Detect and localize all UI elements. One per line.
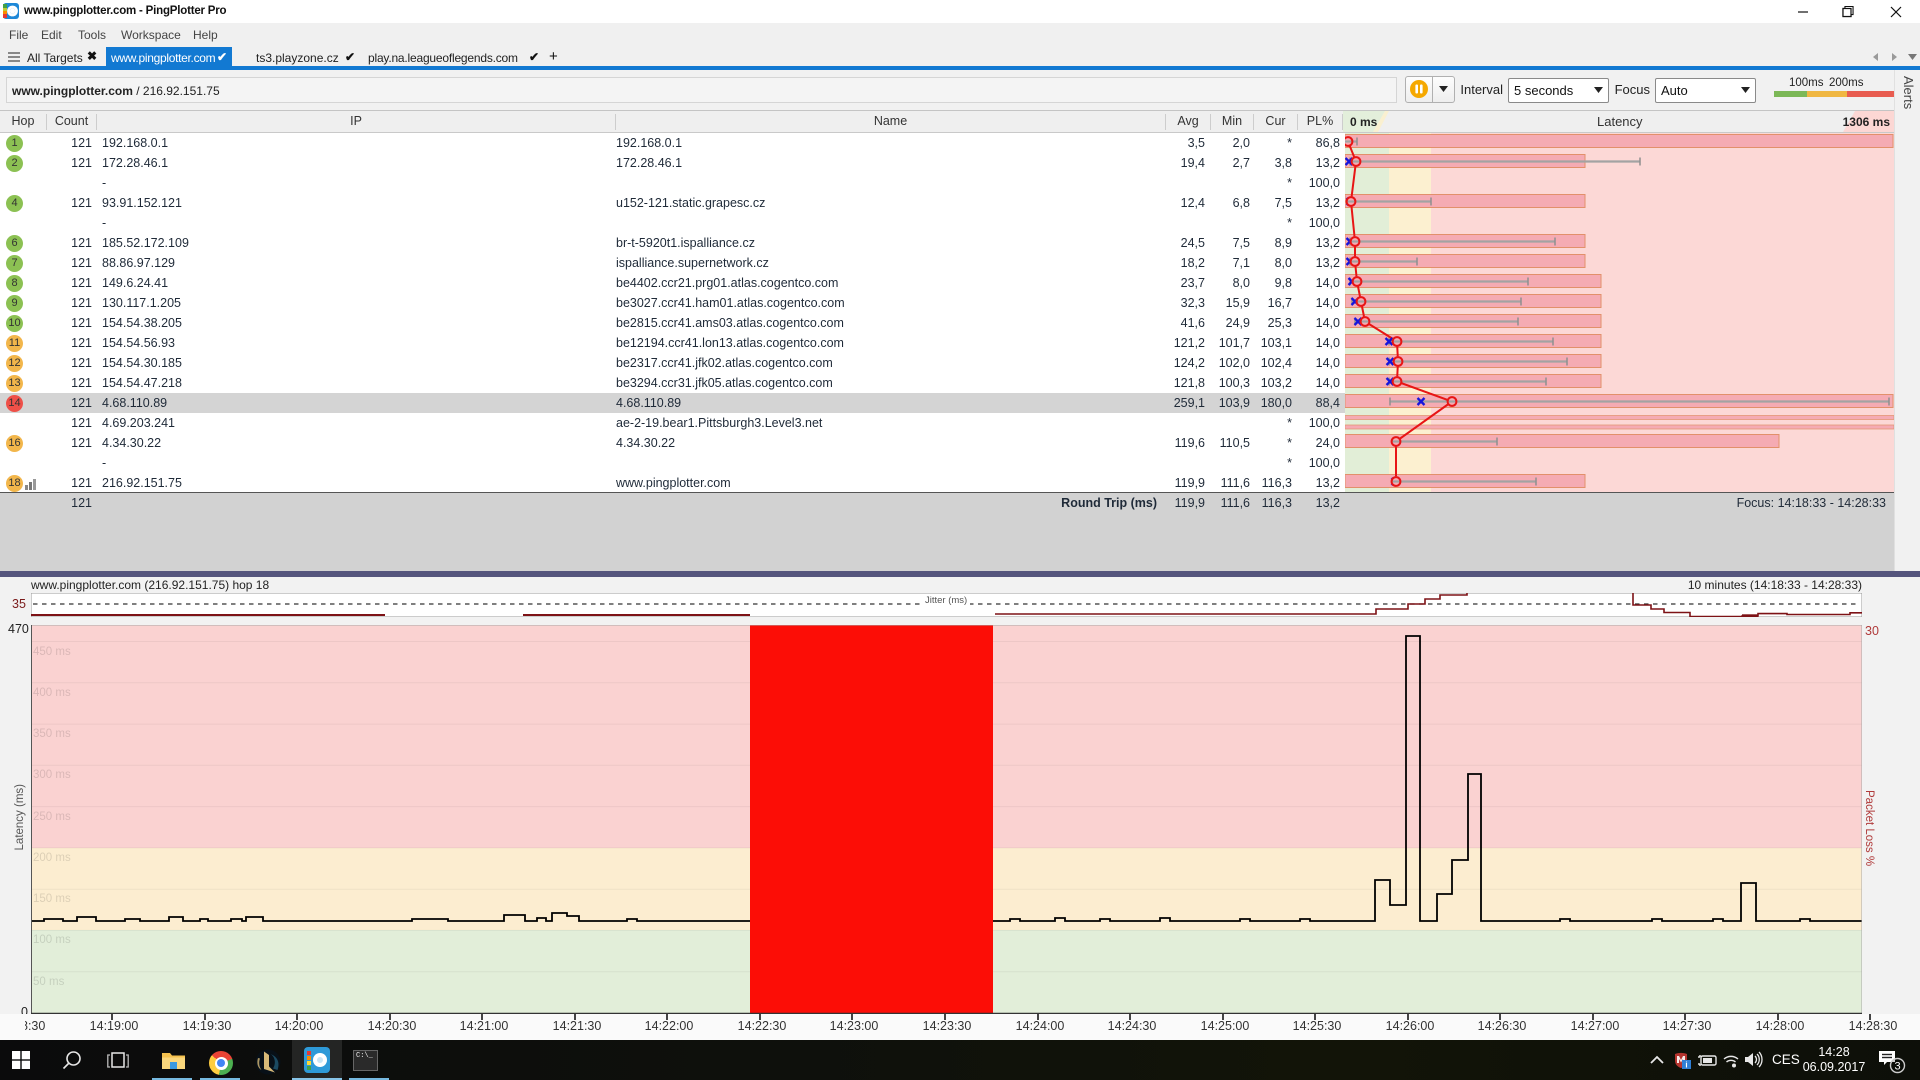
svg-text:3: 3 [1894, 1061, 1900, 1073]
svg-text:250 ms: 250 ms [33, 811, 71, 823]
svg-text:350 ms: 350 ms [33, 728, 71, 740]
svg-text:300 ms: 300 ms [33, 769, 71, 781]
svg-text:100 ms: 100 ms [33, 934, 71, 946]
svg-text:450 ms: 450 ms [33, 646, 71, 658]
svg-text:150 ms: 150 ms [33, 893, 71, 905]
svg-text:i: i [1685, 1061, 1687, 1070]
svg-text:50 ms: 50 ms [33, 976, 65, 988]
svg-text:200 ms: 200 ms [33, 852, 71, 864]
svg-text:400 ms: 400 ms [33, 687, 71, 699]
